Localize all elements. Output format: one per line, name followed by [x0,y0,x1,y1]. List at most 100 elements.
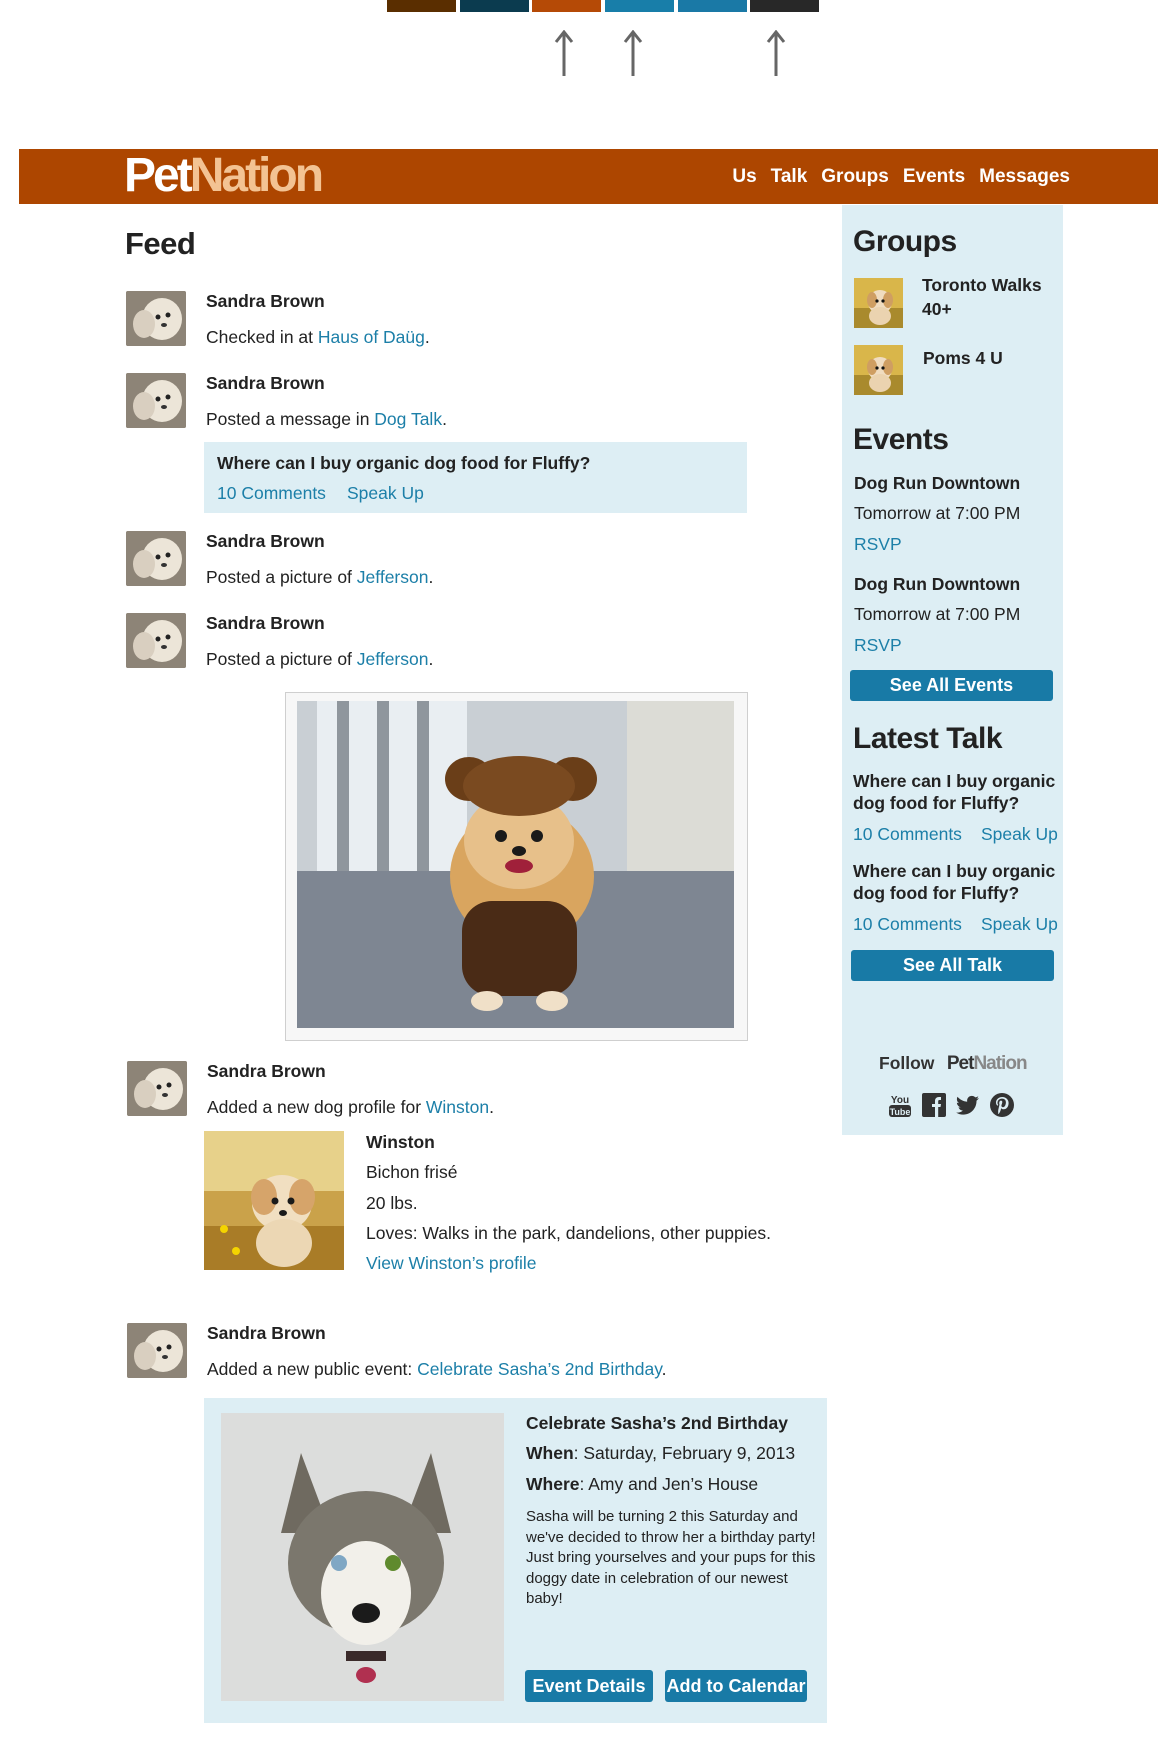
see-all-talk-button[interactable]: See All Talk [851,950,1054,981]
author-name[interactable]: Sandra Brown [206,373,325,394]
swatch-2 [460,0,529,12]
event-when: When: Saturday, February 9, 2013 [526,1443,795,1464]
group-thumbnail[interactable] [854,278,903,328]
group-thumbnail[interactable] [854,345,903,395]
pet-link[interactable]: Jefferson [357,649,429,669]
comments-link[interactable]: 10 Comments [217,483,326,504]
dog-weight: 20 lbs. [366,1193,418,1213]
group-name[interactable]: Toronto Walks [922,275,1042,296]
comments-link[interactable]: 10 Comments [853,824,962,845]
nav-us[interactable]: Us [732,166,756,188]
feed-action: Posted a picture of Jefferson. [206,567,433,588]
follow-logo-nation: Nation [973,1053,1027,1074]
see-all-events-button[interactable]: See All Events [850,670,1053,701]
rsvp-link[interactable]: RSVP [854,534,902,555]
event-name[interactable]: Dog Run Downtown [854,473,1020,494]
sidebar: Groups Toronto Walks 40+ Poms 4 U Events… [842,205,1063,1135]
avatar[interactable] [126,291,186,346]
author-name[interactable]: Sandra Brown [206,613,325,634]
action-suffix: . [661,1359,667,1379]
twitter-icon[interactable] [955,1092,981,1118]
feed-action: Posted a picture of Jefferson. [206,649,433,670]
feed-action: Added a new public event: Celebrate Sash… [207,1359,667,1380]
logo-nation: Nation [189,149,324,202]
event-title: Celebrate Sasha’s 2nd Birthday [526,1413,788,1433]
feed-action: Posted a message in Dog Talk. [206,409,447,430]
event-name[interactable]: Dog Run Downtown [854,574,1020,595]
up-arrow-icon [766,30,786,76]
swatch-3 [532,0,601,12]
author-name[interactable]: Sandra Brown [207,1323,326,1344]
logo-pet: Pet [124,149,193,202]
comments-link[interactable]: 10 Comments [853,914,962,935]
where-label: Where [526,1474,580,1494]
nav-groups[interactable]: Groups [821,166,889,188]
swatch-5 [678,0,747,12]
follow-logo: PetNation [947,1053,1028,1074]
place-link[interactable]: Haus of Daüg [318,327,425,347]
group-name-line2[interactable]: 40+ [922,299,952,320]
site-logo[interactable]: PetNation [124,149,324,202]
event-description: Sasha will be turning 2 this Saturday an… [526,1508,816,1607]
latest-talk-title: Latest Talk [853,722,1003,755]
nav-talk[interactable]: Talk [771,166,808,188]
groups-title: Groups [853,225,957,258]
speak-up-link[interactable]: Speak Up [981,914,1058,935]
facebook-icon[interactable] [921,1092,947,1118]
group-name[interactable]: Poms 4 U [923,348,1003,369]
author-name[interactable]: Sandra Brown [206,291,325,312]
swatch-6 [750,0,819,12]
view-profile-link[interactable]: View Winston’s profile [366,1253,537,1274]
speak-up-link[interactable]: Speak Up [981,824,1058,845]
up-arrow-icon [554,30,574,76]
winston-photo[interactable] [204,1131,344,1270]
action-suffix: . [424,327,430,347]
talk-question-line2[interactable]: dog food for Fluffy? [853,793,1019,814]
avatar[interactable] [127,1061,187,1116]
feed-title: Feed [125,226,196,261]
message-question[interactable]: Where can I buy organic dog food for Flu… [217,453,590,474]
site-header: PetNation Us Talk Groups Events Messages [19,149,1158,204]
message-preview: Where can I buy organic dog food for Flu… [204,442,747,513]
talk-question[interactable]: Where can I buy organic [853,771,1055,792]
nav-messages[interactable]: Messages [979,166,1070,188]
add-to-calendar-button[interactable]: Add to Calendar [665,1670,807,1702]
talk-question[interactable]: Where can I buy organic [853,861,1055,882]
when-value: : Saturday, February 9, 2013 [573,1443,796,1463]
avatar[interactable] [126,613,186,668]
speak-up-link[interactable]: Speak Up [347,483,424,504]
pet-link[interactable]: Jefferson [357,567,429,587]
rsvp-link[interactable]: RSVP [854,635,902,656]
author-name[interactable]: Sandra Brown [206,531,325,552]
avatar[interactable] [126,531,186,586]
swatch-4 [605,0,674,12]
swatch-1 [387,0,456,12]
author-name[interactable]: Sandra Brown [207,1061,326,1082]
action-text: Posted a picture of [206,567,357,587]
pomeranian-photo [297,701,734,1028]
dog-profile-link[interactable]: Winston [426,1097,489,1117]
forum-link[interactable]: Dog Talk [374,409,442,429]
main-nav: Us Talk Groups Events Messages [732,166,1070,188]
youtube-icon[interactable]: You Tube [887,1092,913,1118]
event-time: Tomorrow at 7:00 PM [854,604,1021,624]
nav-events[interactable]: Events [903,166,965,188]
avatar[interactable] [126,373,186,428]
event-time: Tomorrow at 7:00 PM [854,503,1021,523]
dog-loves: Loves: Walks in the park, dandelions, ot… [366,1223,772,1243]
dog-breed: Bichon frisé [366,1162,458,1182]
event-details-button[interactable]: Event Details [525,1670,653,1702]
action-text: Posted a message in [206,409,375,429]
event-card: Celebrate Sasha’s 2nd Birthday When: Sat… [204,1398,827,1723]
feed-action: Added a new dog profile for Winston. [207,1097,494,1118]
dog-name: Winston [366,1132,435,1152]
event-link[interactable]: Celebrate Sasha’s 2nd Birthday [417,1359,662,1379]
posted-photo[interactable] [285,692,748,1041]
sasha-photo[interactable] [221,1413,504,1701]
avatar[interactable] [127,1323,187,1378]
event-where: Where: Amy and Jen’s House [526,1474,758,1495]
follow-label: Follow [879,1053,935,1073]
pinterest-icon[interactable] [989,1092,1015,1118]
talk-question-line2[interactable]: dog food for Fluffy? [853,883,1019,904]
action-text: Checked in at [206,327,318,347]
